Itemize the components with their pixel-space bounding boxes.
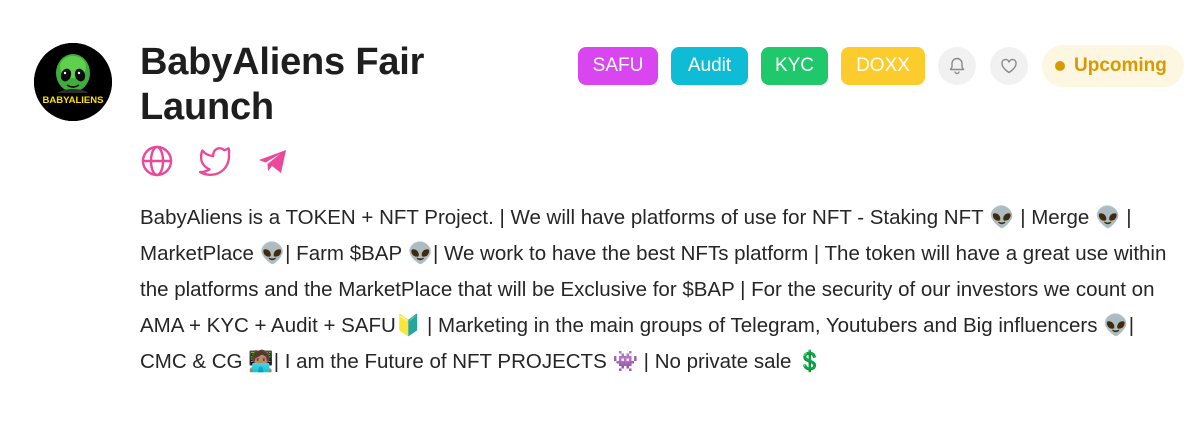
project-title: BabyAliens Fair Launch (140, 41, 425, 128)
safu-badge[interactable]: SAFU (578, 47, 658, 85)
website-link[interactable] (140, 144, 174, 178)
project-header: BABYALIENS BabyAliens Fair Launch SAFU A… (0, 0, 1200, 443)
alien-logo-icon: BABYALIENS (34, 43, 112, 121)
project-logo: BABYALIENS (34, 43, 112, 121)
doxx-badge[interactable]: DOXX (841, 47, 925, 85)
favorite-button[interactable] (990, 47, 1028, 85)
status-dot-icon (1055, 61, 1065, 71)
telegram-link[interactable] (256, 144, 290, 178)
social-links (140, 144, 290, 178)
audit-badges: SAFU Audit KYC DOXX Upcoming (578, 45, 1184, 87)
bell-icon (949, 57, 965, 75)
project-description: BabyAliens is a TOKEN + NFT Project. | W… (140, 206, 1167, 373)
twitter-icon (198, 147, 231, 176)
status-badge: Upcoming (1042, 45, 1184, 87)
status-label: Upcoming (1074, 55, 1167, 76)
logo-text: BABYALIENS (43, 95, 104, 106)
twitter-link[interactable] (198, 144, 232, 178)
audit-badge[interactable]: Audit (671, 47, 748, 85)
telegram-icon (259, 150, 286, 173)
kyc-badge[interactable]: KYC (761, 47, 828, 85)
globe-icon (141, 145, 173, 177)
heart-icon (1001, 58, 1017, 74)
notify-button[interactable] (938, 47, 976, 85)
